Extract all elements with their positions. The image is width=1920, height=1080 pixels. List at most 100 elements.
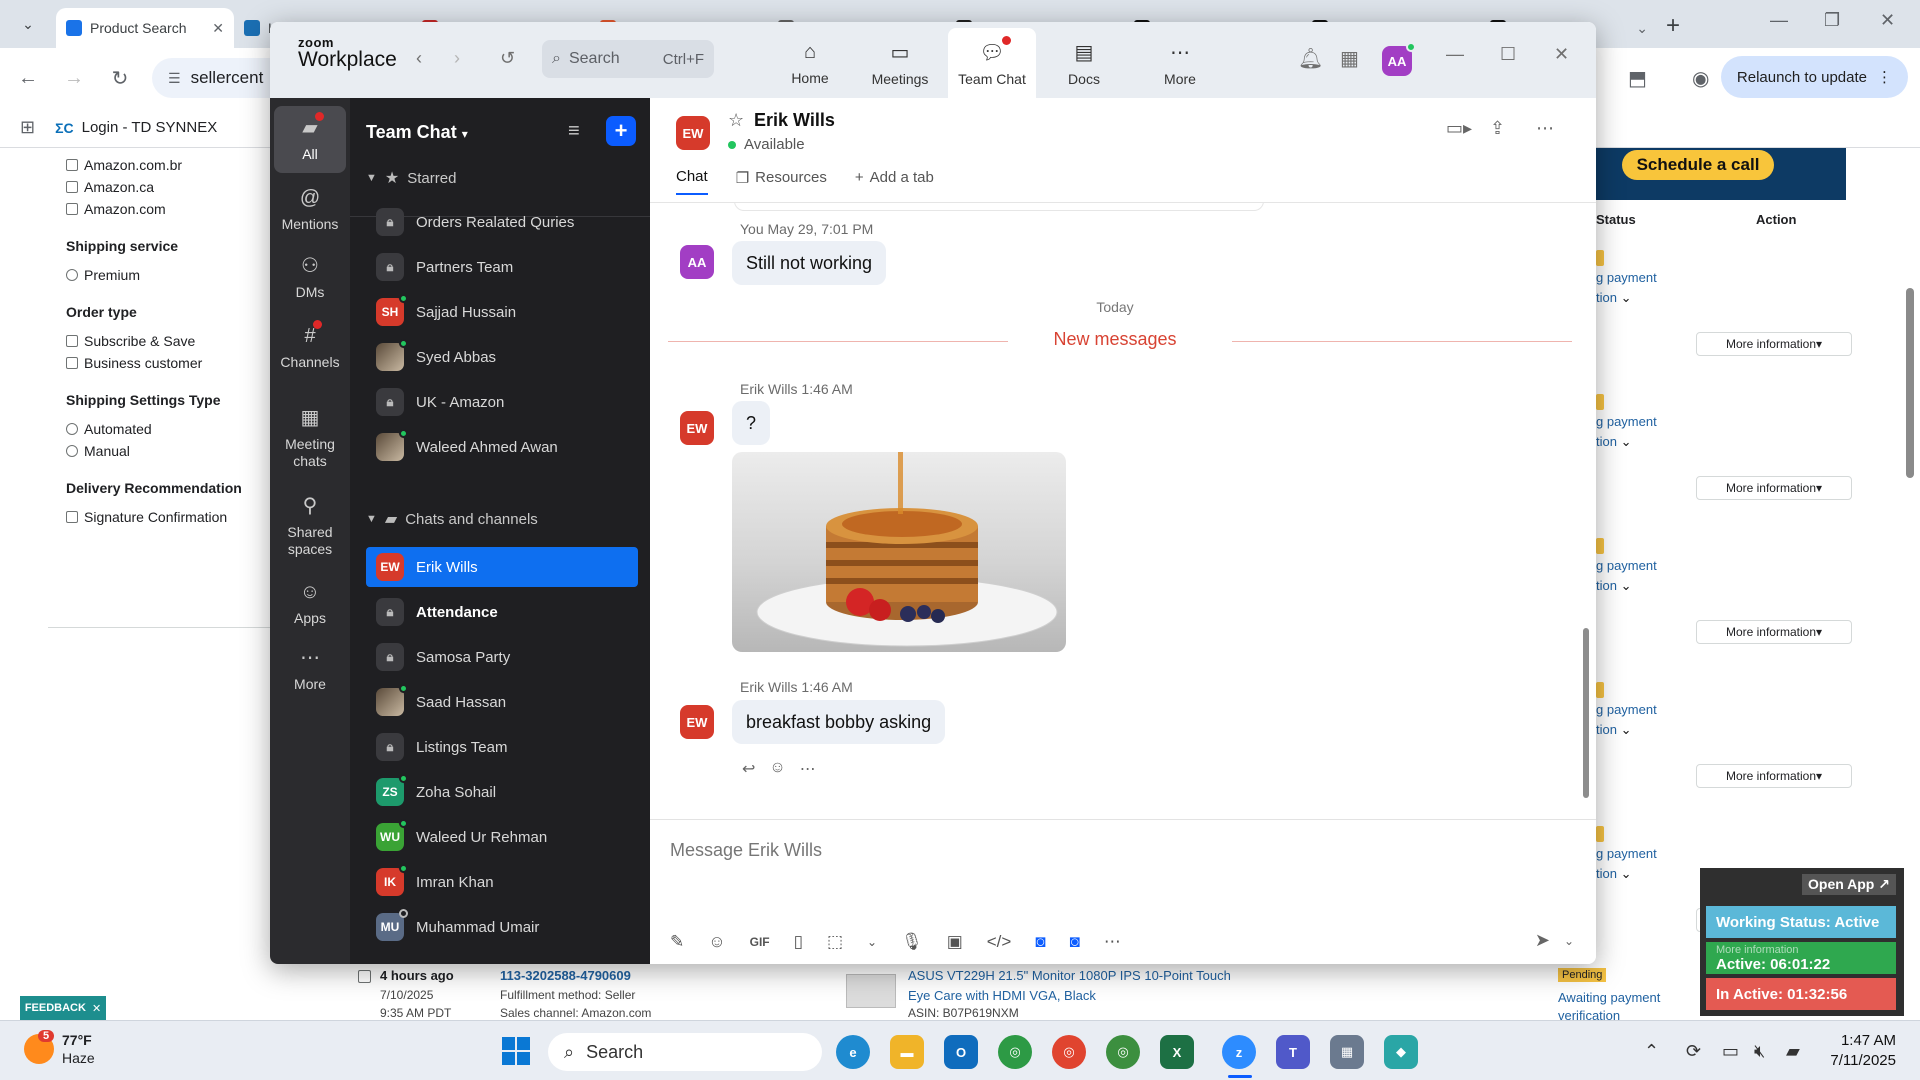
minimize-icon[interactable]: — <box>1446 44 1464 65</box>
rail-dms[interactable]: ⚇ DMs <box>274 254 346 301</box>
bookmark-item[interactable]: ΣC Login - TD SYNNEX <box>55 119 217 136</box>
close-icon[interactable]: ✕ <box>1554 44 1569 65</box>
chat-list-item[interactable]: EW Erik Wills <box>366 547 638 587</box>
checkbox[interactable] <box>66 181 78 193</box>
open-app-button[interactable]: Open App ↗ <box>1802 874 1896 895</box>
chevron-down-icon[interactable]: ⌄ <box>1564 934 1574 948</box>
gif-button[interactable]: GIF <box>750 935 770 949</box>
more-options-icon[interactable]: ⋯ <box>1536 118 1554 139</box>
chat-list-item[interactable]: 🔒︎ Samosa Party <box>366 637 638 677</box>
expand-link[interactable]: tion ⌄ <box>1596 290 1631 306</box>
payment-status-link[interactable]: g payment <box>1596 414 1657 429</box>
section-chats[interactable]: ▼ ▰ Chats and channels <box>366 508 538 530</box>
taskbar-search[interactable]: ⌕ Search <box>548 1033 822 1071</box>
chevron-up-icon[interactable]: ⌃ <box>1644 1041 1659 1062</box>
chevron-down-icon[interactable]: ⌄ <box>867 935 877 949</box>
teams-icon[interactable]: T <box>1276 1035 1310 1069</box>
rail-more[interactable]: ⋯ More <box>274 646 346 693</box>
forward-button[interactable]: → <box>56 67 92 90</box>
chat-list-item[interactable]: SH Sajjad Hussain <box>366 292 638 332</box>
marketplace-option[interactable]: Amazon.ca <box>66 176 279 198</box>
more-icon[interactable]: ⋯ <box>800 759 816 779</box>
chat-list-item[interactable]: Waleed Ahmed Awan <box>366 427 638 467</box>
filter-option[interactable]: Subscribe & Save <box>66 330 279 352</box>
filter-option[interactable]: Business customer <box>66 352 279 374</box>
marketplace-option[interactable]: Amazon.com.br <box>66 154 279 176</box>
forward-arrow-icon[interactable]: › <box>454 48 460 69</box>
more-icon[interactable]: ⋯ <box>1104 932 1121 952</box>
chat-list-item[interactable]: Saad Hassan <box>366 682 638 722</box>
checkbox[interactable] <box>66 203 78 215</box>
product-thumbnail[interactable] <box>846 974 896 1008</box>
checkbox[interactable] <box>66 511 78 523</box>
zoom-search[interactable]: ⌕ Search Ctrl+F <box>542 40 714 78</box>
weather-widget[interactable]: 5 77°F Haze <box>24 1030 95 1067</box>
radio-button[interactable] <box>66 445 78 457</box>
nav-tab-more[interactable]: ⋯ More <box>1136 28 1224 98</box>
expand-link[interactable]: tion ⌄ <box>1596 434 1631 450</box>
chat-list-title[interactable]: Team Chat ▾ <box>366 122 468 143</box>
bell-icon[interactable]: 🔔︎ <box>1298 46 1323 71</box>
emoji-icon[interactable]: ☺ <box>708 932 725 952</box>
format-icon[interactable]: ✎ <box>670 932 684 952</box>
system-clock[interactable]: 1:47 AM 7/11/2025 <box>1830 1031 1896 1072</box>
message-input[interactable]: Message Erik Wills <box>670 840 822 861</box>
more-information-button[interactable]: More information ▾ <box>1696 476 1852 500</box>
sender-avatar[interactable]: EW <box>680 705 714 739</box>
minimize-icon[interactable]: — <box>1770 10 1788 31</box>
tab-search-button[interactable]: ⌄ <box>10 6 46 42</box>
chat-scroll-thumb[interactable] <box>1583 628 1589 798</box>
chrome-profile-2-icon[interactable]: ◎ <box>1106 1035 1140 1069</box>
tab-chat[interactable]: Chat <box>676 168 708 195</box>
more-information-button[interactable]: More information ▾ <box>1696 764 1852 788</box>
relaunch-button[interactable]: Relaunch to update ⋮ <box>1720 56 1908 98</box>
rail-channels[interactable]: # Channels <box>274 320 346 371</box>
checkbox[interactable] <box>66 357 78 369</box>
chat-list-item[interactable]: ZS Zoha Sohail <box>366 772 638 812</box>
payment-status-link[interactable]: g payment <box>1596 558 1657 573</box>
close-tab-icon[interactable]: ⌄ <box>1636 20 1648 37</box>
profile-icon[interactable]: ◉ <box>1692 66 1709 91</box>
sender-avatar[interactable]: AA <box>680 245 714 279</box>
back-button[interactable]: ← <box>10 67 46 90</box>
history-icon[interactable]: ↺ <box>500 48 515 69</box>
volume-muted-icon[interactable]: 🔇︎ <box>1754 1041 1765 1062</box>
chrome-icon[interactable]: ◎ <box>998 1035 1032 1069</box>
section-starred[interactable]: ▼ ★ Starred <box>366 167 456 189</box>
product-title-line1[interactable]: ASUS VT229H 21.5" Monitor 1080P IPS 10-P… <box>908 968 1231 983</box>
new-tab-button[interactable]: + <box>1666 12 1680 40</box>
chat-list-item[interactable]: 🔒︎ Partners Team <box>366 247 638 287</box>
network-icon[interactable]: ▭ <box>1722 1041 1739 1062</box>
sync-icon[interactable]: ⟳ <box>1686 1041 1701 1062</box>
status-text[interactable]: Awaiting payment <box>1558 990 1660 1005</box>
rail-apps[interactable]: ☺ Apps <box>274 580 346 627</box>
chat-list-item[interactable]: Syed Abbas <box>366 337 638 377</box>
more-information-button[interactable]: More information ▾ <box>1696 332 1852 356</box>
sender-avatar[interactable]: EW <box>680 411 714 445</box>
rail-meeting-chats[interactable]: ▦ Meeting chats <box>274 406 346 470</box>
video-message-icon[interactable]: ▣ <box>947 932 963 952</box>
rail-shared-spaces[interactable]: ⚲ Shared spaces <box>274 494 346 558</box>
marketplace-option[interactable]: Amazon.com <box>66 198 279 220</box>
filter-option[interactable]: Signature Confirmation <box>66 506 279 528</box>
filter-option[interactable]: Automated <box>66 418 279 440</box>
expand-link[interactable]: tion ⌄ <box>1596 722 1631 738</box>
chat-list-item[interactable]: 🔒︎ Attendance <box>366 592 638 632</box>
battery-icon[interactable]: ▰ <box>1786 1041 1800 1062</box>
close-window-icon[interactable]: ✕ <box>1880 10 1895 31</box>
reply-icon[interactable]: ↩ <box>742 759 755 779</box>
filter-option[interactable]: Premium <box>66 264 279 286</box>
share-screen-icon[interactable]: ⇪ <box>1490 118 1505 139</box>
chat-scrollbar[interactable] <box>1582 208 1590 808</box>
tab-resources[interactable]: ❐ Resources <box>736 168 827 195</box>
add-reaction-icon[interactable]: ☺ <box>769 759 785 779</box>
maximize-icon[interactable]: ☐ <box>1500 44 1516 65</box>
feedback-tab[interactable]: FEEDBACK ✕ <box>20 996 106 1020</box>
reload-button[interactable]: ↻ <box>102 66 138 91</box>
zoom-app-icon[interactable]: z <box>1222 1035 1256 1069</box>
send-icon[interactable]: ➤ <box>1535 930 1550 951</box>
extensions-icon[interactable]: ⬒ <box>1628 66 1647 91</box>
edge-icon[interactable]: e <box>836 1035 870 1069</box>
more-information-button[interactable]: More information ▾ <box>1696 620 1852 644</box>
star-outline-icon[interactable]: ☆ <box>728 110 744 131</box>
